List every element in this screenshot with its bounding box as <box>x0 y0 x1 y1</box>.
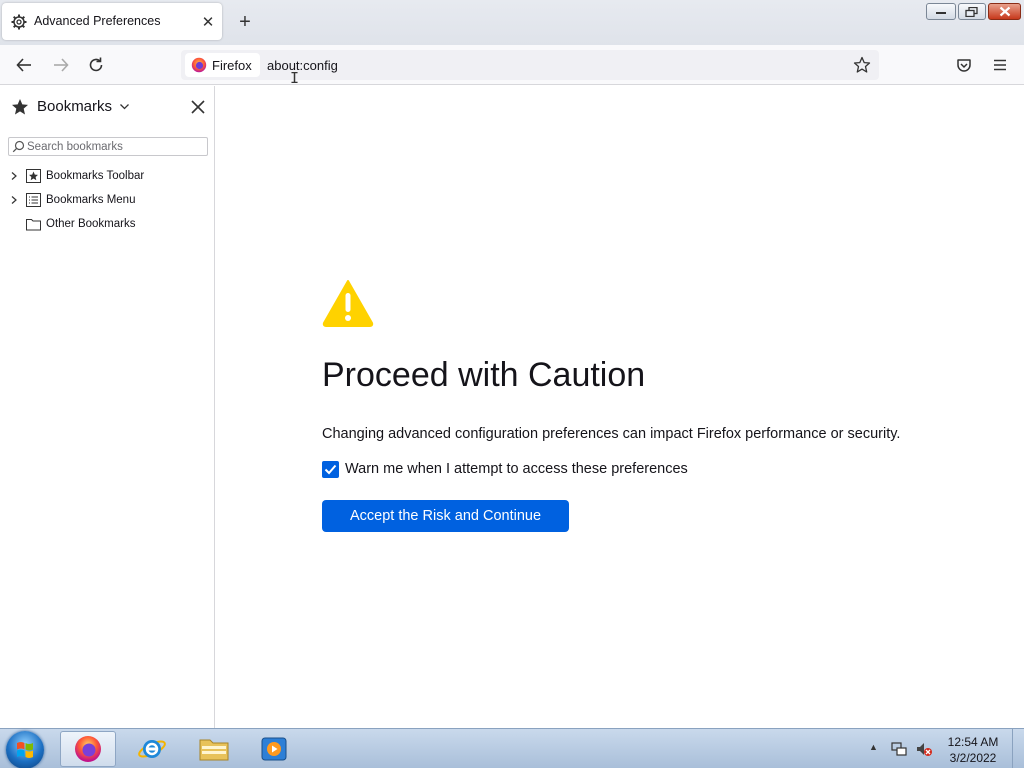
internet-explorer-icon <box>138 740 166 758</box>
close-icon <box>999 6 1010 17</box>
start-button[interactable] <box>6 731 44 768</box>
firefox-icon <box>191 57 207 73</box>
taskbar-media-player[interactable] <box>246 731 302 767</box>
app-menu-button[interactable] <box>988 53 1012 77</box>
tab-title: Advanced Preferences <box>34 14 161 28</box>
network-icon[interactable] <box>890 740 908 758</box>
checkmark-icon <box>324 464 337 474</box>
tray-expand-icon[interactable]: ▲ <box>869 742 878 752</box>
url-text[interactable]: about:config <box>267 58 338 73</box>
hamburger-menu-icon <box>994 59 1006 71</box>
pocket-button[interactable] <box>952 53 976 77</box>
folder-icon <box>26 219 41 231</box>
firefox-icon <box>75 736 101 762</box>
taskbar-internet-explorer[interactable] <box>124 731 180 767</box>
warning-icon <box>322 280 374 327</box>
bookmarks-sidebar: Bookmarks Bookmarks Toolbar <box>0 86 215 728</box>
forward-button[interactable] <box>49 53 73 77</box>
bookmarks-search[interactable] <box>8 137 208 156</box>
clock-date: 3/2/2022 <box>949 751 997 765</box>
bookmark-folder-menu[interactable]: Bookmarks Menu <box>0 190 215 212</box>
warn-checkbox-row[interactable]: Warn me when I attempt to access these p… <box>322 460 688 478</box>
back-button[interactable] <box>12 53 36 77</box>
sidebar-title[interactable]: Bookmarks <box>37 98 112 115</box>
window-close-button[interactable] <box>988 3 1021 20</box>
pocket-icon <box>957 59 971 72</box>
back-arrow-icon <box>16 58 31 72</box>
restore-button[interactable] <box>958 3 986 20</box>
forward-arrow-icon <box>54 58 69 72</box>
taskbar-file-explorer[interactable] <box>186 731 242 767</box>
taskbar-firefox[interactable] <box>60 731 116 767</box>
identity-label: Firefox <box>212 57 252 73</box>
search-icon <box>12 140 25 153</box>
taskbar-clock[interactable]: 12:54 AM 3/2/2022 <box>938 734 1008 766</box>
bookmark-star-icon[interactable] <box>853 56 871 74</box>
address-bar[interactable]: Firefox about:config <box>181 50 879 80</box>
bookmark-folder-other[interactable]: Other Bookmarks <box>0 214 215 236</box>
volume-muted-icon[interactable] <box>915 740 933 758</box>
gear-icon <box>11 14 27 30</box>
sidebar-header: Bookmarks <box>0 86 215 128</box>
warn-checkbox-label[interactable]: Warn me when I attempt to access these p… <box>345 461 688 477</box>
bookmarks-star-icon <box>12 99 28 115</box>
bookmarks-toolbar-icon <box>26 169 41 183</box>
minimize-icon <box>936 11 946 14</box>
about-config-warning-page: Proceed with Caution Changing advanced c… <box>216 86 1024 728</box>
reload-button[interactable] <box>84 53 108 77</box>
tab-strip: Advanced Preferences ✕ + <box>0 0 1024 45</box>
sidebar-close-icon[interactable] <box>188 97 208 117</box>
bookmark-label: Bookmarks Menu <box>46 194 136 206</box>
bookmark-folder-toolbar[interactable]: Bookmarks Toolbar <box>0 166 215 188</box>
accept-risk-button[interactable]: Accept the Risk and Continue <box>322 500 569 532</box>
bookmarks-menu-icon <box>26 193 41 207</box>
restore-icon <box>965 6 978 17</box>
chevron-down-icon[interactable] <box>119 101 130 112</box>
tab-close-icon[interactable]: ✕ <box>200 14 216 31</box>
chevron-right-icon[interactable] <box>9 195 19 205</box>
windows-logo-icon <box>17 742 33 758</box>
navigation-toolbar: Firefox about:config I <box>0 45 1024 87</box>
bookmark-label: Bookmarks Toolbar <box>46 170 145 182</box>
warning-description: Changing advanced configuration preferen… <box>322 426 901 442</box>
minimize-button[interactable] <box>926 3 956 20</box>
warn-checkbox[interactable] <box>322 460 339 478</box>
search-input[interactable] <box>27 139 205 154</box>
identity-box[interactable]: Firefox <box>185 53 260 77</box>
show-desktop-button[interactable] <box>1012 729 1024 768</box>
bookmark-label: Other Bookmarks <box>46 218 136 230</box>
clock-time: 12:54 AM <box>947 735 999 749</box>
file-explorer-icon <box>199 739 229 761</box>
windows-taskbar: ▲ 12:54 AM 3/2/2022 <box>0 728 1024 768</box>
media-player-icon <box>261 737 287 761</box>
tab-advanced-preferences[interactable]: Advanced Preferences ✕ <box>2 3 222 40</box>
new-tab-button[interactable]: + <box>234 11 256 33</box>
chevron-right-icon[interactable] <box>9 171 19 181</box>
text-cursor-icon: I <box>290 69 300 87</box>
page-title: Proceed with Caution <box>322 356 646 394</box>
reload-icon <box>89 57 103 72</box>
